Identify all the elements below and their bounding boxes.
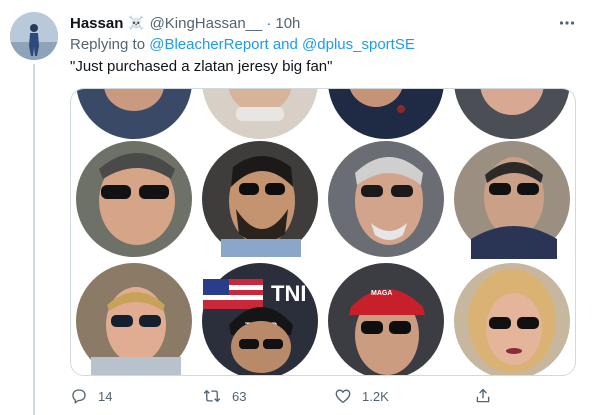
selfie-r1c4 [454,89,570,139]
more-icon [559,21,575,25]
like-icon [335,389,351,404]
svg-text:TNI: TNI [271,281,306,306]
reply-icon [72,389,86,404]
retweet-icon [203,389,221,403]
timestamp[interactable]: 10h [275,15,300,32]
tweet-text: "Just purchased a zlatan jeresy big fan" [70,58,333,75]
svg-text:MAGA: MAGA [371,290,392,297]
retweet-button[interactable]: 63 [202,384,246,408]
share-button[interactable] [474,384,492,408]
retweet-count: 63 [232,388,247,404]
more-button[interactable] [556,12,578,34]
display-name[interactable]: Hassan [70,15,123,32]
mention-joiner: and [272,36,298,53]
like-button[interactable]: 1.2K [334,384,389,408]
tweet[interactable]: Hassan ☠️ @KingHassan__ · 10h Replying t… [0,0,595,415]
mention-dplus-sportse[interactable]: @dplus_sportSE [302,36,415,53]
selfie-r3c3: MAGA [328,263,444,375]
selfie-r2c4 [454,141,570,259]
reply-count: 14 [98,388,113,404]
separator-dot: · [266,14,272,32]
selfie-r3c1 [76,263,192,375]
skull-crossbones-icon: ☠️ [128,15,145,30]
handle[interactable]: @KingHassan__ [150,15,263,32]
tweet-header: Hassan ☠️ @KingHassan__ · 10h [70,13,300,33]
photo-grid-of-selfies: TNI TRUMP MAGA [76,89,570,375]
like-count: 1.2K [362,388,389,404]
selfie-r2c1 [76,141,192,257]
share-icon [476,388,490,403]
selfie-r1c3 [328,89,444,139]
selfie-r2c3 [328,141,444,257]
reply-button[interactable]: 14 [70,384,112,408]
mention-bleacherreport[interactable]: @BleacherReport [149,36,268,53]
selfie-r2c2 [202,141,318,257]
tweet-actions: 14 63 1.2K [70,384,576,408]
selfie-r3c2: TNI TRUMP [202,263,318,375]
tweet-media[interactable]: TNI TRUMP MAGA [70,88,576,376]
selfie-r1c1 [76,89,192,139]
selfie-r3c4 [454,263,570,375]
avatar-image [10,12,58,60]
replying-to-label: Replying to [70,36,146,53]
selfie-r1c2 [202,89,318,139]
avatar[interactable] [10,12,58,60]
replying-to: Replying to @BleacherReport and @dplus_s… [70,36,415,53]
thread-line [33,64,35,415]
